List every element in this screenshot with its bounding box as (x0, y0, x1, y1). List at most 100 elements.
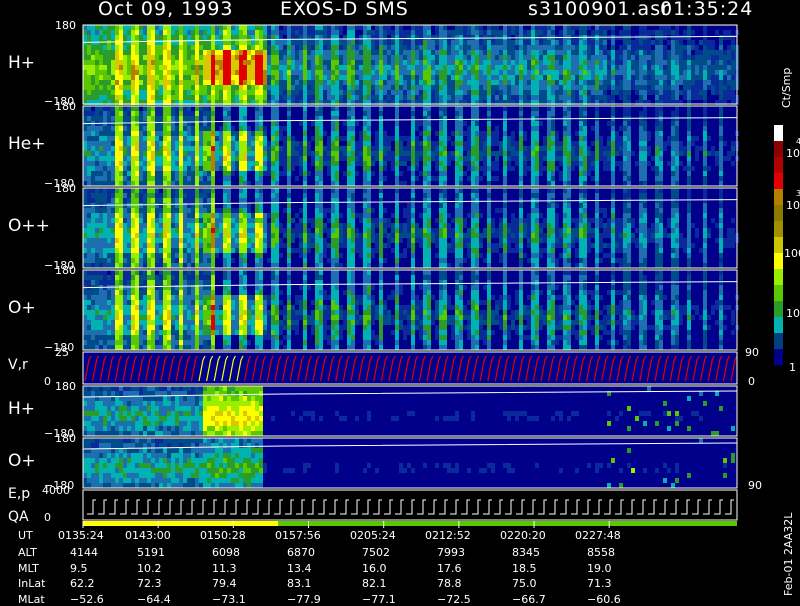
heatmap-cell (551, 75, 555, 80)
heatmap-cell (427, 156, 431, 161)
heatmap-cell (163, 131, 167, 136)
heatmap-cell (339, 146, 343, 151)
heatmap-cell (147, 248, 151, 253)
heatmap-cell (391, 166, 395, 171)
heatmap-cell (583, 65, 587, 70)
heatmap-cell (163, 95, 167, 100)
heatmap-cell (279, 30, 283, 35)
heatmap-cell (143, 238, 147, 243)
heatmap-cell (115, 60, 119, 65)
heatmap-cell (179, 80, 183, 85)
heatmap-cell (83, 198, 87, 203)
heatmap-cell (591, 45, 595, 50)
heatmap-cell (147, 126, 151, 131)
heatmap-cell (407, 45, 411, 50)
heatmap-cell (179, 131, 183, 136)
heatmap-cell (223, 238, 227, 243)
heatmap-cell (595, 156, 599, 161)
heatmap-cell (103, 263, 107, 268)
heatmap-cell (663, 95, 667, 100)
heatmap-cell (479, 141, 483, 146)
heatmap-cell (127, 95, 131, 100)
heatmap-cell (159, 85, 163, 90)
heatmap-cell (139, 223, 143, 228)
heatmap-cell (87, 208, 91, 213)
heatmap-cell (235, 30, 239, 35)
heatmap-cell (643, 30, 647, 35)
heatmap-cell (219, 126, 223, 131)
heatmap-cell (387, 156, 391, 161)
heatmap-cell (283, 60, 287, 65)
heatmap-cell (335, 166, 339, 171)
heatmap-cell (183, 111, 187, 116)
heatmap-cell (135, 90, 139, 95)
heatmap-cell (219, 248, 223, 253)
heatmap-cell (291, 70, 295, 75)
heatmap-cell (703, 171, 707, 176)
heatmap-cell (215, 208, 219, 213)
heatmap-cell (567, 65, 571, 70)
heatmap-cell (175, 55, 179, 60)
heatmap-cell (155, 126, 159, 131)
heatmap-cell (107, 228, 111, 233)
heatmap-cell (507, 136, 511, 141)
heatmap-cell (671, 65, 675, 70)
heatmap-cell (655, 55, 659, 60)
heatmap-cell (367, 40, 371, 45)
heatmap-cell (395, 121, 399, 126)
heatmap-cell (595, 181, 599, 186)
heatmap-cell (655, 121, 659, 126)
heatmap-cell (127, 25, 131, 30)
heatmap-cell (163, 75, 167, 80)
heatmap-cell (607, 156, 611, 161)
heatmap-cell (383, 166, 387, 171)
heatmap-cell (375, 65, 379, 70)
heatmap-cell (223, 50, 227, 55)
heatmap-cell (151, 161, 155, 166)
heatmap-cell (375, 136, 379, 141)
heatmap-cell (675, 30, 679, 35)
heatmap-cell (139, 80, 143, 85)
heatmap-cell (311, 121, 315, 126)
heatmap-cell (663, 60, 667, 65)
heatmap-cell (187, 65, 191, 70)
heatmap-cell (543, 65, 547, 70)
heatmap-cell (107, 35, 111, 40)
heatmap-cell (571, 85, 575, 90)
heatmap-cell (131, 116, 135, 121)
heatmap-cell (235, 70, 239, 75)
heatmap-cell (551, 131, 555, 136)
heatmap-cell (87, 198, 91, 203)
heatmap-cell (147, 116, 151, 121)
heatmap-cell (131, 253, 135, 258)
heatmap-cell (123, 171, 127, 176)
heatmap-cell (439, 55, 443, 60)
heatmap-cell (247, 181, 251, 186)
heatmap-cell (379, 106, 383, 111)
heatmap-cell (675, 136, 679, 141)
heatmap-cell (243, 55, 247, 60)
heatmap-cell (439, 131, 443, 136)
heatmap-cell (671, 60, 675, 65)
heatmap-cell (411, 111, 415, 116)
heatmap-cell (587, 75, 591, 80)
heatmap-cell (323, 161, 327, 166)
heatmap-cell (159, 248, 163, 253)
heatmap-cell (451, 95, 455, 100)
heatmap-cell (507, 141, 511, 146)
heatmap-cell (667, 80, 671, 85)
heatmap-cell (655, 171, 659, 176)
heatmap-cell (335, 171, 339, 176)
heatmap-cell (111, 90, 115, 95)
heatmap-cell (203, 116, 207, 121)
heatmap-cell (275, 95, 279, 100)
heatmap-cell (587, 161, 591, 166)
heatmap-cell (719, 141, 723, 146)
heatmap-cell (439, 30, 443, 35)
heatmap-cell (559, 80, 563, 85)
heatmap-cell (671, 70, 675, 75)
heatmap-cell (431, 176, 435, 181)
heatmap-cell (595, 131, 599, 136)
heatmap-cell (171, 131, 175, 136)
heatmap-cell (143, 181, 147, 186)
